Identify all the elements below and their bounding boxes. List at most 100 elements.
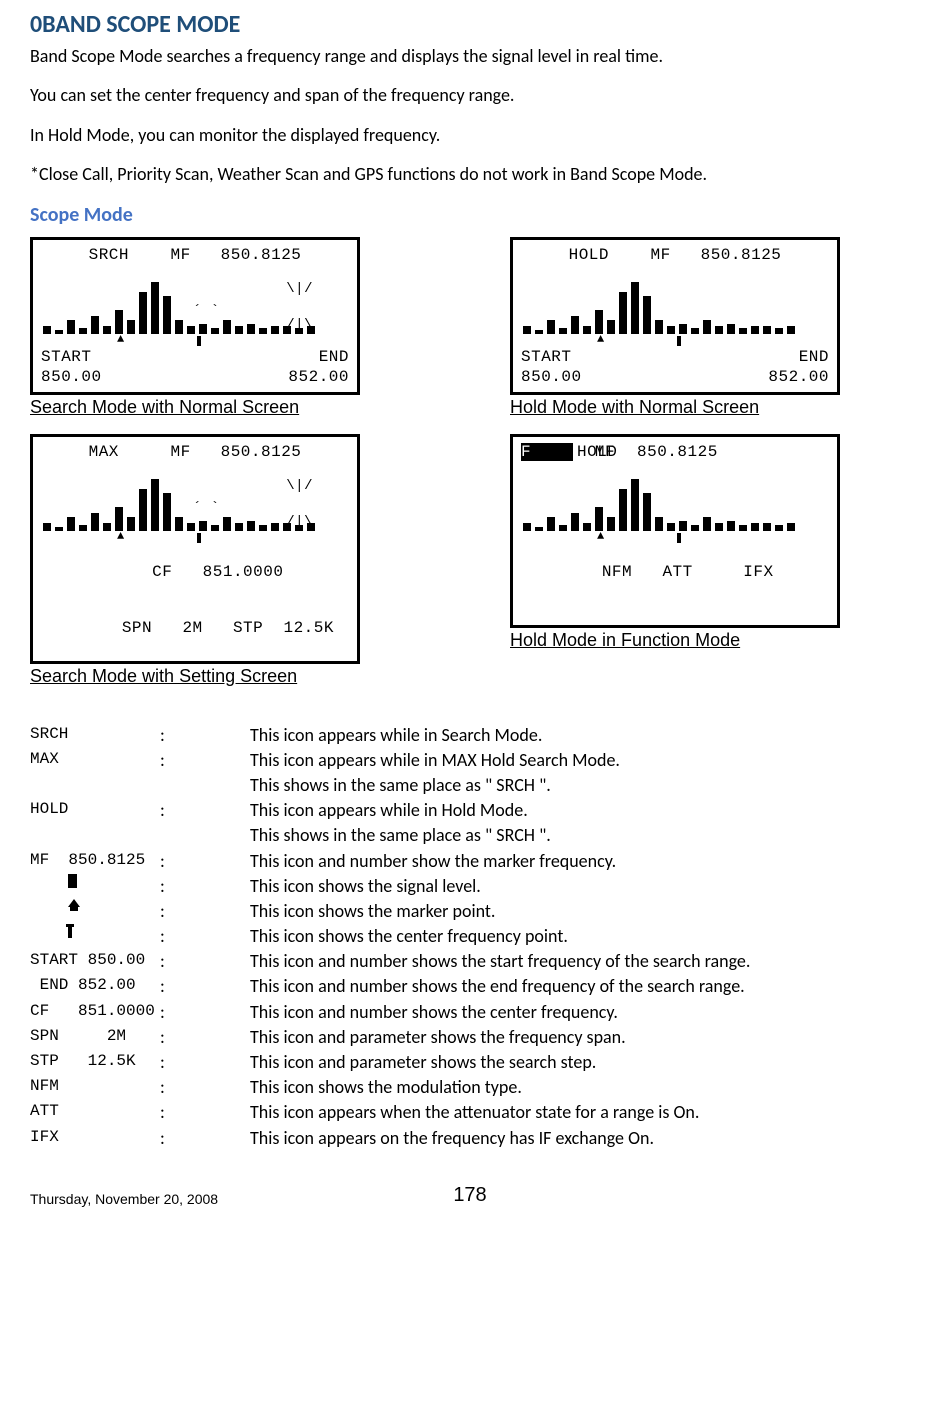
- signal-bar: [679, 521, 687, 531]
- screen-srch-cell: SRCH MF 850.8125 \|/´ `/|\▲ START END 85…: [30, 237, 430, 418]
- signal-bar: [691, 525, 699, 531]
- spn-label: SPN: [122, 619, 152, 637]
- mode-label: HOLD: [569, 246, 621, 264]
- definition-row: END 852.00 :This icon and number shows t…: [30, 974, 910, 999]
- definition-label: STP 12.5K: [30, 1050, 160, 1072]
- definition-label: SPN 2M: [30, 1025, 160, 1047]
- definition-description: This shows in the same place as " SRCH "…: [250, 823, 910, 848]
- mf-label: MF: [169, 443, 193, 461]
- signal-bar: [103, 523, 111, 531]
- start-end-labels: START END: [41, 348, 349, 366]
- start-end-values: 850.00 852.00: [41, 368, 349, 386]
- signal-bar: [247, 521, 255, 531]
- signal-bar: [595, 507, 603, 531]
- definition-label: HOLD: [30, 798, 160, 820]
- screen-hold: HOLD MF 850.8125 ▲ START END 850.00 852.…: [510, 237, 840, 395]
- signal-bar: [139, 489, 147, 531]
- definition-label: NFM: [30, 1075, 160, 1097]
- signal-bar: [139, 292, 147, 334]
- signal-bar: [91, 316, 99, 334]
- definition-label: SRCH: [30, 723, 160, 745]
- definition-row: SRCH:This icon appears while in Search M…: [30, 723, 910, 748]
- signal-bar: [643, 493, 651, 531]
- footer-date: Thursday, November 20, 2008: [30, 1191, 218, 1207]
- square-icon: [30, 874, 160, 888]
- colon: :: [160, 1100, 250, 1125]
- signal-bar: [199, 521, 207, 531]
- signal-bar: [247, 324, 255, 334]
- signal-bar: [571, 316, 579, 334]
- start-value: 850.00: [521, 368, 582, 386]
- signal-bar: [163, 296, 171, 334]
- signal-bar: [619, 489, 627, 531]
- signal-bar: [547, 320, 555, 334]
- signal-bar: [763, 326, 771, 334]
- center-tick-icon: [677, 533, 681, 543]
- signal-bar: [715, 326, 723, 334]
- mf-value: 850.8125: [637, 443, 718, 461]
- signal-bar: [667, 523, 675, 531]
- definition-description: This icon and number show the marker fre…: [250, 849, 910, 874]
- att-label: ATT: [662, 563, 692, 581]
- signal-bar: [631, 479, 639, 531]
- signal-bar: [667, 326, 675, 334]
- definition-description: This icon and number shows the start fre…: [250, 949, 910, 974]
- screen-hold-cell: HOLD MF 850.8125 ▲ START END 850.00 852.…: [510, 237, 910, 418]
- nfm-line: NFM ATT IFX: [521, 545, 829, 599]
- scope-mode-heading: Scope Mode: [30, 203, 910, 227]
- signal-bar: [523, 523, 531, 531]
- signal-bar: [55, 330, 63, 334]
- signal-bar: [607, 517, 615, 531]
- definition-label: MAX: [30, 748, 160, 770]
- start-label: START: [41, 348, 92, 366]
- mf-value: 850.8125: [701, 246, 782, 264]
- definition-label: END 852.00: [30, 974, 160, 996]
- signal-bar: [535, 527, 543, 531]
- start-end-values: 850.00 852.00: [521, 368, 829, 386]
- screen-max-cell: MAX MF 850.8125 \|/´ `/|\▲ CF 851.0000 S…: [30, 434, 430, 687]
- definition-description: This shows in the same place as " SRCH "…: [250, 773, 910, 798]
- signal-bar: [535, 330, 543, 334]
- signal-bar: [571, 513, 579, 531]
- signal-bar: [223, 517, 231, 531]
- signal-bar: [271, 523, 279, 531]
- ifx-label: IFX: [743, 563, 773, 581]
- signal-bar: [559, 525, 567, 531]
- signal-bar: [751, 523, 759, 531]
- signal-bar: [151, 282, 159, 334]
- signal-bar: [91, 513, 99, 531]
- definition-description: This icon shows the signal level.: [250, 874, 910, 899]
- page-footer: Thursday, November 20, 2008 178: [30, 1191, 910, 1207]
- sparkle-icon: \|/: [286, 282, 313, 296]
- mf-value: 850.8125: [221, 443, 302, 461]
- signal-bar: [631, 282, 639, 334]
- signal-bar: [655, 517, 663, 531]
- signal-bar: [115, 507, 123, 531]
- start-label: START: [521, 348, 572, 366]
- definition-description: This icon appears while in Hold Mode.: [250, 798, 910, 823]
- end-label: END: [319, 348, 349, 366]
- signal-bar: [655, 320, 663, 334]
- definition-description: This icon appears when the attenuator st…: [250, 1100, 910, 1125]
- signal-bar: [103, 326, 111, 334]
- cf-line: CF 851.0000: [41, 545, 349, 599]
- marker-icon: ▲: [597, 332, 605, 346]
- tick-icon: [30, 924, 160, 938]
- signal-bar: [775, 525, 783, 531]
- signal-bar: [703, 517, 711, 531]
- signal-bar: [751, 326, 759, 334]
- caption-srch: Search Mode with Normal Screen: [30, 397, 299, 418]
- signal-bar: [163, 493, 171, 531]
- nfm-label: NFM: [602, 563, 632, 581]
- colon: :: [160, 849, 250, 874]
- signal-bar: [175, 320, 183, 334]
- signal-bar: [727, 324, 735, 334]
- definition-row: MF 850.8125:This icon and number show th…: [30, 849, 910, 874]
- spn-value: 2M: [182, 619, 202, 637]
- signal-bar: [43, 523, 51, 531]
- intro-para-4: *Close Call, Priority Scan, Weather Scan…: [30, 163, 910, 186]
- screen-header: MAX MF 850.8125: [41, 443, 349, 461]
- signal-bar: [715, 523, 723, 531]
- signal-bar: [271, 326, 279, 334]
- colon: :: [160, 748, 250, 773]
